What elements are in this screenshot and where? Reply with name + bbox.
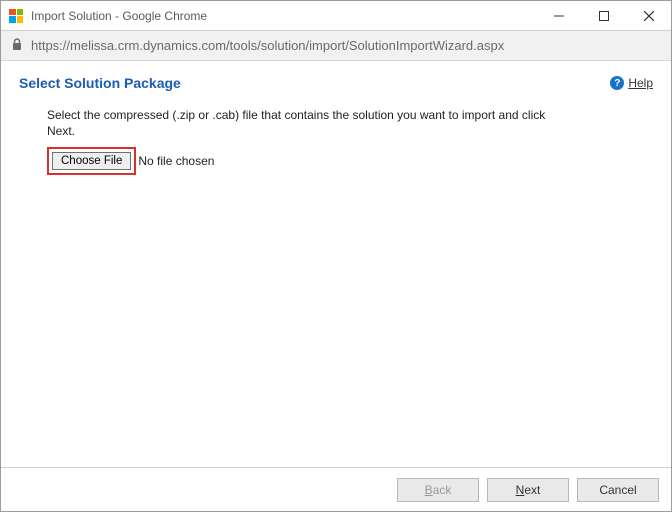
- minimize-icon: [554, 11, 564, 21]
- choose-file-button[interactable]: Choose File: [52, 152, 131, 170]
- close-button[interactable]: [626, 1, 671, 30]
- cancel-button[interactable]: Cancel: [577, 478, 659, 502]
- close-icon: [644, 11, 654, 21]
- lock-icon: [11, 38, 23, 54]
- url-text[interactable]: https://melissa.crm.dynamics.com/tools/s…: [31, 38, 504, 53]
- choose-file-highlight: Choose File: [47, 147, 136, 175]
- maximize-icon: [599, 11, 609, 21]
- maximize-button[interactable]: [581, 1, 626, 30]
- wizard-footer: Back Next Cancel: [1, 467, 671, 511]
- minimize-button[interactable]: [536, 1, 581, 30]
- wizard-content: Select Solution Package ? Help Select th…: [1, 61, 671, 467]
- next-button[interactable]: Next: [487, 478, 569, 502]
- instruction-text: Select the compressed (.zip or .cab) fil…: [47, 107, 567, 139]
- file-picker-row: Choose File No file chosen: [47, 147, 653, 175]
- help-mnemonic: H: [628, 76, 637, 90]
- window-controls: [536, 1, 671, 30]
- file-status-text: No file chosen: [138, 154, 214, 168]
- window-titlebar: Import Solution - Google Chrome: [1, 1, 671, 31]
- help-label-rest: elp: [637, 76, 653, 90]
- window-title: Import Solution - Google Chrome: [31, 9, 207, 23]
- help-icon: ?: [610, 76, 624, 90]
- help-link[interactable]: ? Help: [610, 76, 653, 90]
- address-bar: https://melissa.crm.dynamics.com/tools/s…: [1, 31, 671, 61]
- back-button[interactable]: Back: [397, 478, 479, 502]
- app-logo-icon: [9, 9, 23, 23]
- page-title: Select Solution Package: [19, 75, 181, 91]
